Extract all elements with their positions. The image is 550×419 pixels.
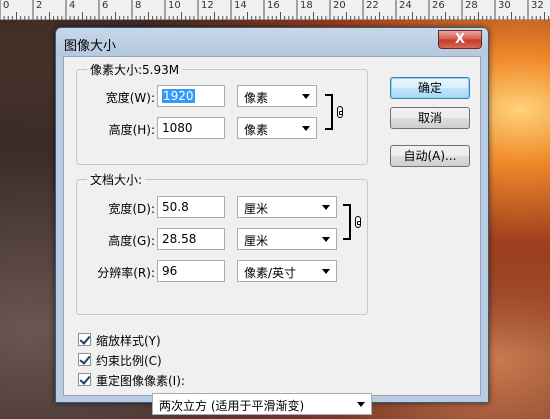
doc-width-label: 宽度(D): <box>108 202 155 216</box>
ruler-label: 30 <box>498 0 511 11</box>
auto-button[interactable]: 自动(A)... <box>390 145 470 167</box>
resample-label[interactable]: 重定图像像素(I): <box>96 372 185 389</box>
doc-height-label: 高度(G): <box>108 234 155 248</box>
ruler-label: 20 <box>333 0 346 11</box>
ruler-label: 24 <box>399 0 412 11</box>
constrain-proportions-checkbox[interactable] <box>78 353 91 366</box>
close-icon: X <box>454 32 466 47</box>
ruler-label: 10 <box>168 0 181 11</box>
horizontal-ruler[interactable]: 0 2 4 6 8 10 12 14 16 18 20 22 24 26 28 30 32 <box>0 0 550 20</box>
resolution-label: 分辨率(R): <box>97 266 155 280</box>
scale-styles-label[interactable]: 缩放样式(Y) <box>96 332 161 349</box>
ruler-label: 14 <box>234 0 247 11</box>
pixel-height-label: 高度(H): <box>108 123 155 137</box>
ruler-label: 2 <box>36 0 43 11</box>
ruler-label: 0 <box>3 0 10 11</box>
pixel-size-label: 像素大小:5.93M <box>87 61 183 78</box>
doc-width-unit-select[interactable]: 厘米 <box>237 196 337 218</box>
ruler-label: 8 <box>135 0 142 11</box>
chevron-down-icon <box>302 126 310 131</box>
scale-styles-checkbox[interactable] <box>78 333 91 346</box>
chevron-down-icon <box>302 94 310 99</box>
chevron-down-icon <box>322 205 330 210</box>
doc-link-bracket <box>343 204 351 240</box>
ruler-label: 28 <box>465 0 478 11</box>
ruler-label: 4 <box>69 0 76 11</box>
doc-height-unit-select[interactable]: 厘米 <box>237 228 337 250</box>
image-size-dialog: 图像大小 X 像素大小:5.93M 宽度(W): 1920 像素 高度(H): … <box>55 27 489 415</box>
ruler-label: 18 <box>300 0 313 11</box>
ruler-label: 32 <box>531 0 544 11</box>
chevron-down-icon <box>357 402 365 407</box>
chevron-down-icon <box>322 237 330 242</box>
constrain-proportions-label[interactable]: 约束比例(C) <box>96 352 162 369</box>
chevron-down-icon <box>322 269 330 274</box>
pixel-width-unit-select[interactable]: 像素 <box>237 85 317 107</box>
pixel-width-input[interactable]: 1920 <box>157 85 225 107</box>
doc-height-input[interactable]: 28.58 <box>157 228 225 250</box>
resolution-input[interactable]: 96 <box>157 260 225 282</box>
resample-checkbox[interactable] <box>78 373 91 386</box>
resolution-unit-select[interactable]: 像素/英寸 <box>237 260 337 282</box>
chain-link-icon <box>337 106 343 118</box>
pixel-size-group: 像素大小:5.93M 宽度(W): 1920 像素 高度(H): 1080 像素 <box>76 61 368 165</box>
document-size-group: 文档大小: 宽度(D): 50.8 厘米 高度(G): 28.58 厘米 分辨率… <box>76 171 368 315</box>
ruler-label: 16 <box>267 0 280 11</box>
chain-link-icon <box>355 216 361 228</box>
pixel-height-unit-select[interactable]: 像素 <box>237 117 317 139</box>
dialog-title: 图像大小 <box>64 39 117 54</box>
pixel-height-input[interactable]: 1080 <box>157 117 225 139</box>
doc-width-input[interactable]: 50.8 <box>157 196 225 218</box>
ruler-label: 6 <box>102 0 109 11</box>
pixel-width-label: 宽度(W): <box>105 91 155 105</box>
ruler-label: 22 <box>366 0 379 11</box>
ruler-label: 12 <box>201 0 214 11</box>
close-button[interactable]: X <box>438 30 482 49</box>
cancel-button[interactable]: 取消 <box>390 107 470 129</box>
ok-button[interactable]: 确定 <box>390 77 470 99</box>
pixel-link-bracket <box>325 94 333 130</box>
resample-method-select[interactable]: 两次立方 (适用于平滑渐变) <box>152 393 372 415</box>
ruler-label: 26 <box>432 0 445 11</box>
title-bar[interactable]: 图像大小 X <box>56 28 488 56</box>
dialog-body: 像素大小:5.93M 宽度(W): 1920 像素 高度(H): 1080 像素… <box>63 56 481 415</box>
document-size-label: 文档大小: <box>87 171 146 188</box>
